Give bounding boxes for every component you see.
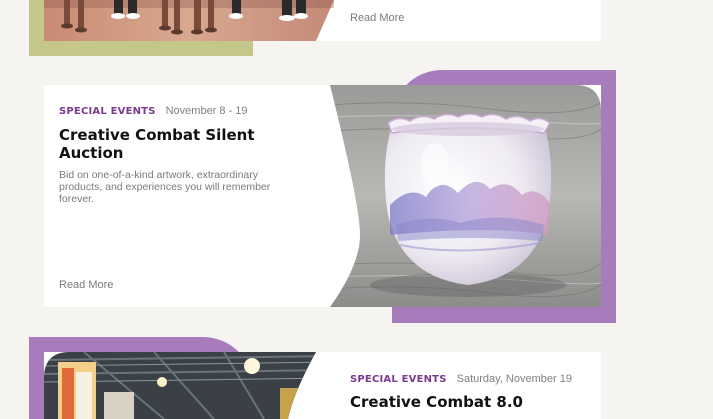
event-photo-people: [44, 0, 334, 41]
event-description: Bid on one-of-a-kind artwork, extraordin…: [59, 169, 271, 205]
event-photo-ceramic-bowl[interactable]: [330, 85, 601, 307]
event-card-silent-auction[interactable]: SPECIAL EVENTS November 8 - 19 Creative C…: [44, 85, 601, 307]
read-more-link[interactable]: Read More: [59, 279, 113, 291]
events-page: Read More SPECIAL EVENTS November 8 - 19 …: [0, 0, 713, 419]
event-date: Saturday, November 19: [456, 373, 572, 385]
event-category[interactable]: SPECIAL EVENTS: [350, 374, 447, 385]
event-meta: SPECIAL EVENTS Saturday, November 19: [350, 369, 572, 387]
event-title[interactable]: Creative Combat 8.0: [350, 393, 590, 411]
event-title[interactable]: Creative Combat Silent Auction: [59, 126, 259, 162]
read-more-link[interactable]: Read More: [350, 12, 404, 24]
event-photo-hall[interactable]: [44, 352, 334, 419]
event-meta: SPECIAL EVENTS November 8 - 19: [59, 101, 248, 119]
event-card-creative-combat[interactable]: SPECIAL EVENTS Saturday, November 19 Crea…: [44, 352, 601, 419]
event-card-1[interactable]: Read More: [44, 0, 601, 41]
event-date: November 8 - 19: [165, 105, 248, 117]
event-category[interactable]: SPECIAL EVENTS: [59, 106, 156, 117]
